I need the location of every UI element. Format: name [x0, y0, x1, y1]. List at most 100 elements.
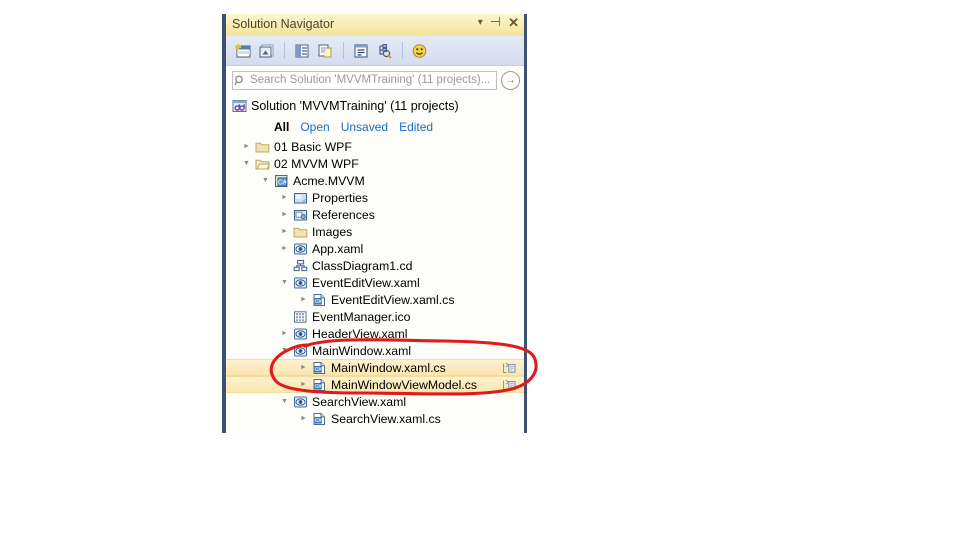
solution-label: Solution 'MVVMTraining' (11 projects)	[251, 98, 459, 113]
chevron-down-icon[interactable]: ▼	[278, 393, 291, 410]
solution-tree: ► 01 Basic WPF ▼ 02 MVVM WPF ▼ C# Acme.MVVM ► Pr…	[226, 138, 524, 433]
tree-row[interactable]: ► App.xaml	[226, 240, 524, 257]
filter-open[interactable]: Open	[300, 120, 329, 134]
tree-row[interactable]: ▼ MainWindow.xaml	[226, 342, 524, 359]
search-input[interactable]: Search Solution 'MVVMTraining' (11 proje…	[232, 70, 497, 90]
toolbar-separator	[402, 42, 403, 59]
solution-root-row[interactable]: Solution 'MVVMTraining' (11 projects)	[226, 96, 524, 115]
svg-text:C#: C#	[314, 299, 321, 305]
tree-row[interactable]: ► C# SearchView.xaml.cs	[226, 410, 524, 427]
chevron-down-icon[interactable]: ▼	[259, 172, 272, 189]
toolbar-separator	[343, 42, 344, 59]
solution-navigator-panel: Solution Navigator ▾ ⊣ ✕ Search Solution…	[222, 14, 527, 433]
csharp-file-icon: C#	[310, 411, 328, 427]
tree-row[interactable]: ClassDiagram1.cd	[226, 257, 524, 274]
expander-placeholder	[278, 308, 291, 325]
tree-row-label: SearchView.xaml.cs	[331, 411, 441, 426]
chevron-down-icon[interactable]: ▾	[478, 17, 483, 28]
chevron-right-icon[interactable]: ►	[297, 410, 310, 427]
chevron-right-icon[interactable]: ►	[240, 138, 253, 155]
tree-row[interactable]: ▼ SearchView.xaml	[226, 393, 524, 410]
chevron-right-icon[interactable]: ►	[278, 240, 291, 257]
tree-row[interactable]: ► C# EventEditView.xaml.cs	[226, 291, 524, 308]
tree-row[interactable]: ► C# MainWindowViewModel.cs	[226, 376, 524, 393]
chevron-down-icon[interactable]: ▼	[278, 342, 291, 359]
chevron-down-icon[interactable]: ▼	[240, 155, 253, 172]
properties-icon[interactable]	[290, 40, 312, 62]
chevron-right-icon[interactable]: ►	[297, 291, 310, 308]
xaml-icon	[291, 241, 309, 257]
svg-text:C#: C#	[314, 384, 321, 390]
csharp-file-icon: C#	[310, 377, 328, 393]
new-document-icon[interactable]	[314, 40, 336, 62]
chevron-right-icon[interactable]: ►	[278, 223, 291, 240]
class-diagram-icon	[291, 258, 309, 274]
folder-icon	[291, 224, 309, 240]
tree-row-label: MainWindow.xaml.cs	[331, 360, 446, 375]
chevron-right-icon[interactable]: ►	[278, 189, 291, 206]
tree-row-label: EventEditView.xaml.cs	[331, 292, 455, 307]
tree-row[interactable]: ► HeaderView.xaml	[226, 325, 524, 342]
tree-row[interactable]: EventManager.ico	[226, 308, 524, 325]
tree-row-label: MainWindowViewModel.cs	[331, 377, 478, 392]
search-placeholder: Search Solution 'MVVMTraining' (11 proje…	[250, 74, 491, 86]
filter-edited[interactable]: Edited	[399, 120, 433, 134]
titlebar-buttons: ▾ ⊣ ✕	[478, 16, 519, 29]
tree-row[interactable]: ► Images	[226, 223, 524, 240]
pin-icon[interactable]: ⊣	[490, 16, 501, 29]
tree-row-label: 01 Basic WPF	[274, 139, 352, 154]
chevron-down-icon[interactable]: ▼	[278, 274, 291, 291]
tree-row-label: ClassDiagram1.cd	[312, 258, 413, 273]
csharp-file-icon: C#	[310, 360, 328, 376]
filter-all[interactable]: All	[274, 120, 289, 134]
feedback-smiley-icon[interactable]	[408, 40, 430, 62]
navigate-to-definition-icon[interactable]	[501, 378, 516, 392]
properties-icon	[291, 190, 309, 206]
xaml-icon	[291, 343, 309, 359]
collapse-all-icon[interactable]	[255, 40, 277, 62]
add-new-item-icon[interactable]	[231, 40, 253, 62]
close-icon[interactable]: ✕	[508, 16, 519, 29]
tree-row-label: Acme.MVVM	[293, 173, 365, 188]
search-icon	[234, 75, 243, 85]
tree-row[interactable]: ► 01 Basic WPF	[226, 138, 524, 155]
references-icon	[291, 207, 309, 223]
tree-row-label: 02 MVVM WPF	[274, 156, 359, 171]
search-options-icon[interactable]	[373, 40, 395, 62]
toolbar-separator	[284, 42, 285, 59]
show-details-icon[interactable]	[349, 40, 371, 62]
tree-row-label: Properties	[312, 190, 369, 205]
chevron-right-icon[interactable]: ►	[297, 376, 310, 393]
panel-toolbar	[226, 36, 524, 66]
tree-row[interactable]: ► References	[226, 206, 524, 223]
navigate-to-definition-icon[interactable]	[501, 361, 516, 375]
chevron-right-icon[interactable]: ►	[278, 206, 291, 223]
chevron-right-icon[interactable]: ►	[297, 359, 310, 376]
filter-unsaved[interactable]: Unsaved	[341, 120, 388, 134]
panel-right-edge	[524, 14, 527, 433]
tree-row[interactable]: ▼ C# Acme.MVVM	[226, 172, 524, 189]
svg-text:C#: C#	[314, 367, 321, 373]
panel-title: Solution Navigator	[232, 17, 335, 31]
tree-row[interactable]: ► C# MainWindow.xaml.cs	[226, 359, 524, 376]
tree-row-label: MainWindow.xaml	[312, 343, 412, 358]
chevron-right-icon[interactable]: ►	[278, 325, 291, 342]
tree-row[interactable]: ► Properties	[226, 189, 524, 206]
tree-row-label: EventEditView.xaml	[312, 275, 420, 290]
tree-row-label: EventManager.ico	[312, 309, 411, 324]
csharp-file-icon: C#	[310, 292, 328, 308]
search-go-button[interactable]: →	[501, 70, 520, 90]
tree-row[interactable]: ▼ 02 MVVM WPF	[226, 155, 524, 172]
tree-row[interactable]: ▼ EventEditView.xaml	[226, 274, 524, 291]
